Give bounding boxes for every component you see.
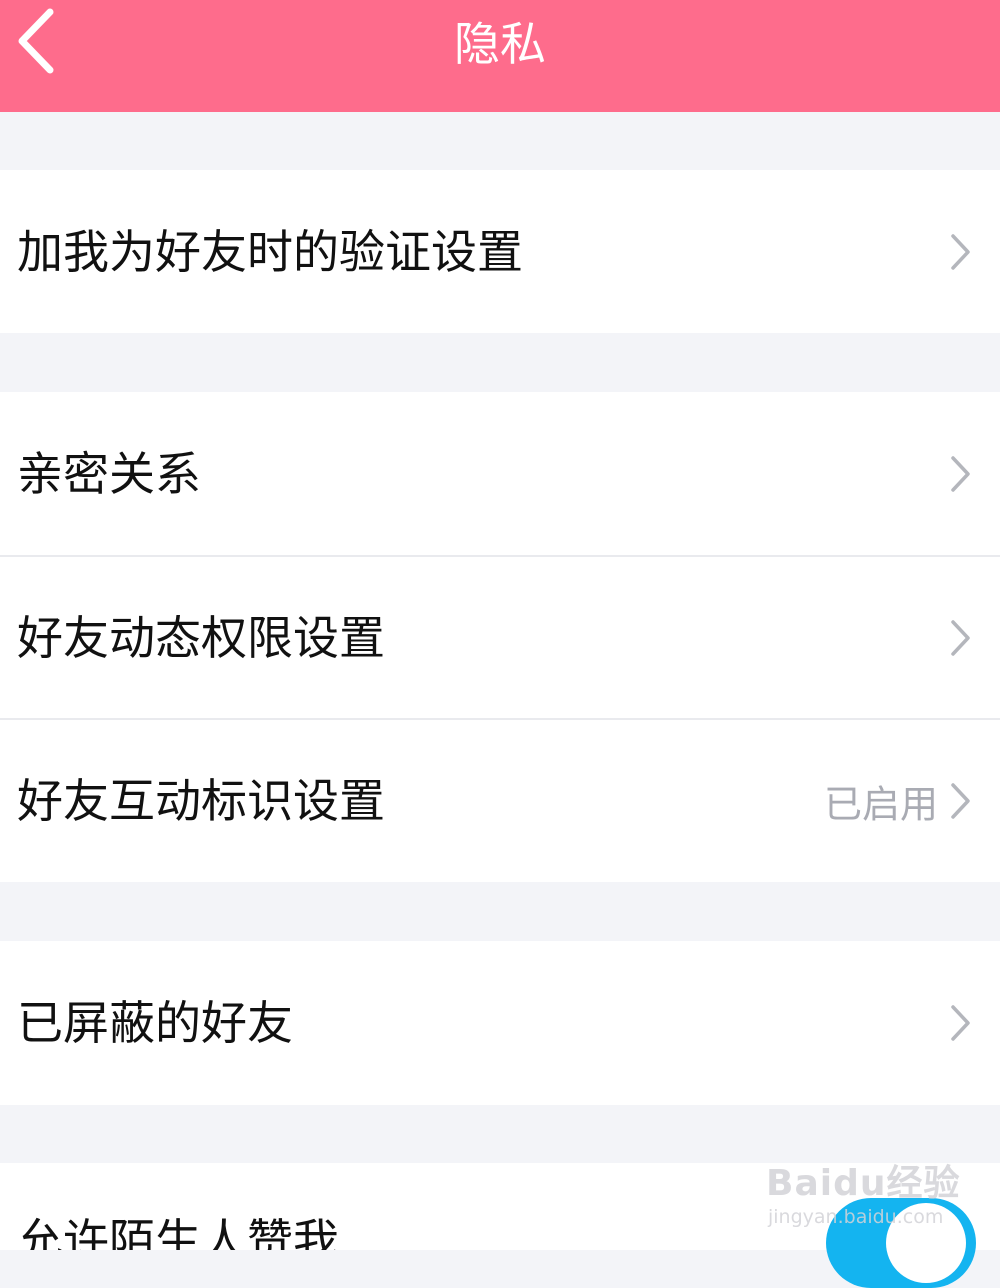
row-label: 好友动态权限设置 <box>17 610 385 665</box>
toggle-knob <box>886 1203 966 1283</box>
row-intimate-relationship[interactable]: 亲密关系 <box>0 392 1000 555</box>
row-label: 加我为好友时的验证设置 <box>17 224 523 279</box>
row-interaction-badge[interactable]: 好友互动标识设置 已启用 <box>0 720 1000 882</box>
header-bar: 隐私 <box>0 0 1000 112</box>
stranger-likes-toggle[interactable] <box>826 1198 976 1288</box>
row-friend-verification[interactable]: 加我为好友时的验证设置 <box>0 170 1000 333</box>
chevron-right-icon <box>951 619 970 656</box>
row-label: 亲密关系 <box>17 446 201 501</box>
row-moments-permission[interactable]: 好友动态权限设置 <box>0 557 1000 718</box>
row-label: 好友互动标识设置 <box>17 774 385 828</box>
row-label: 允许陌生人赞我 <box>17 1214 339 1250</box>
chevron-right-icon <box>951 783 970 819</box>
page-title: 隐私 <box>454 17 546 71</box>
chevron-right-icon <box>951 455 970 492</box>
status-text: 已启用 <box>823 782 938 827</box>
chevron-right-icon <box>951 233 970 270</box>
row-label: 已屏蔽的好友 <box>17 996 293 1050</box>
row-blocked-friends[interactable]: 已屏蔽的好友 <box>0 941 1000 1105</box>
chevron-right-icon <box>951 1005 970 1041</box>
